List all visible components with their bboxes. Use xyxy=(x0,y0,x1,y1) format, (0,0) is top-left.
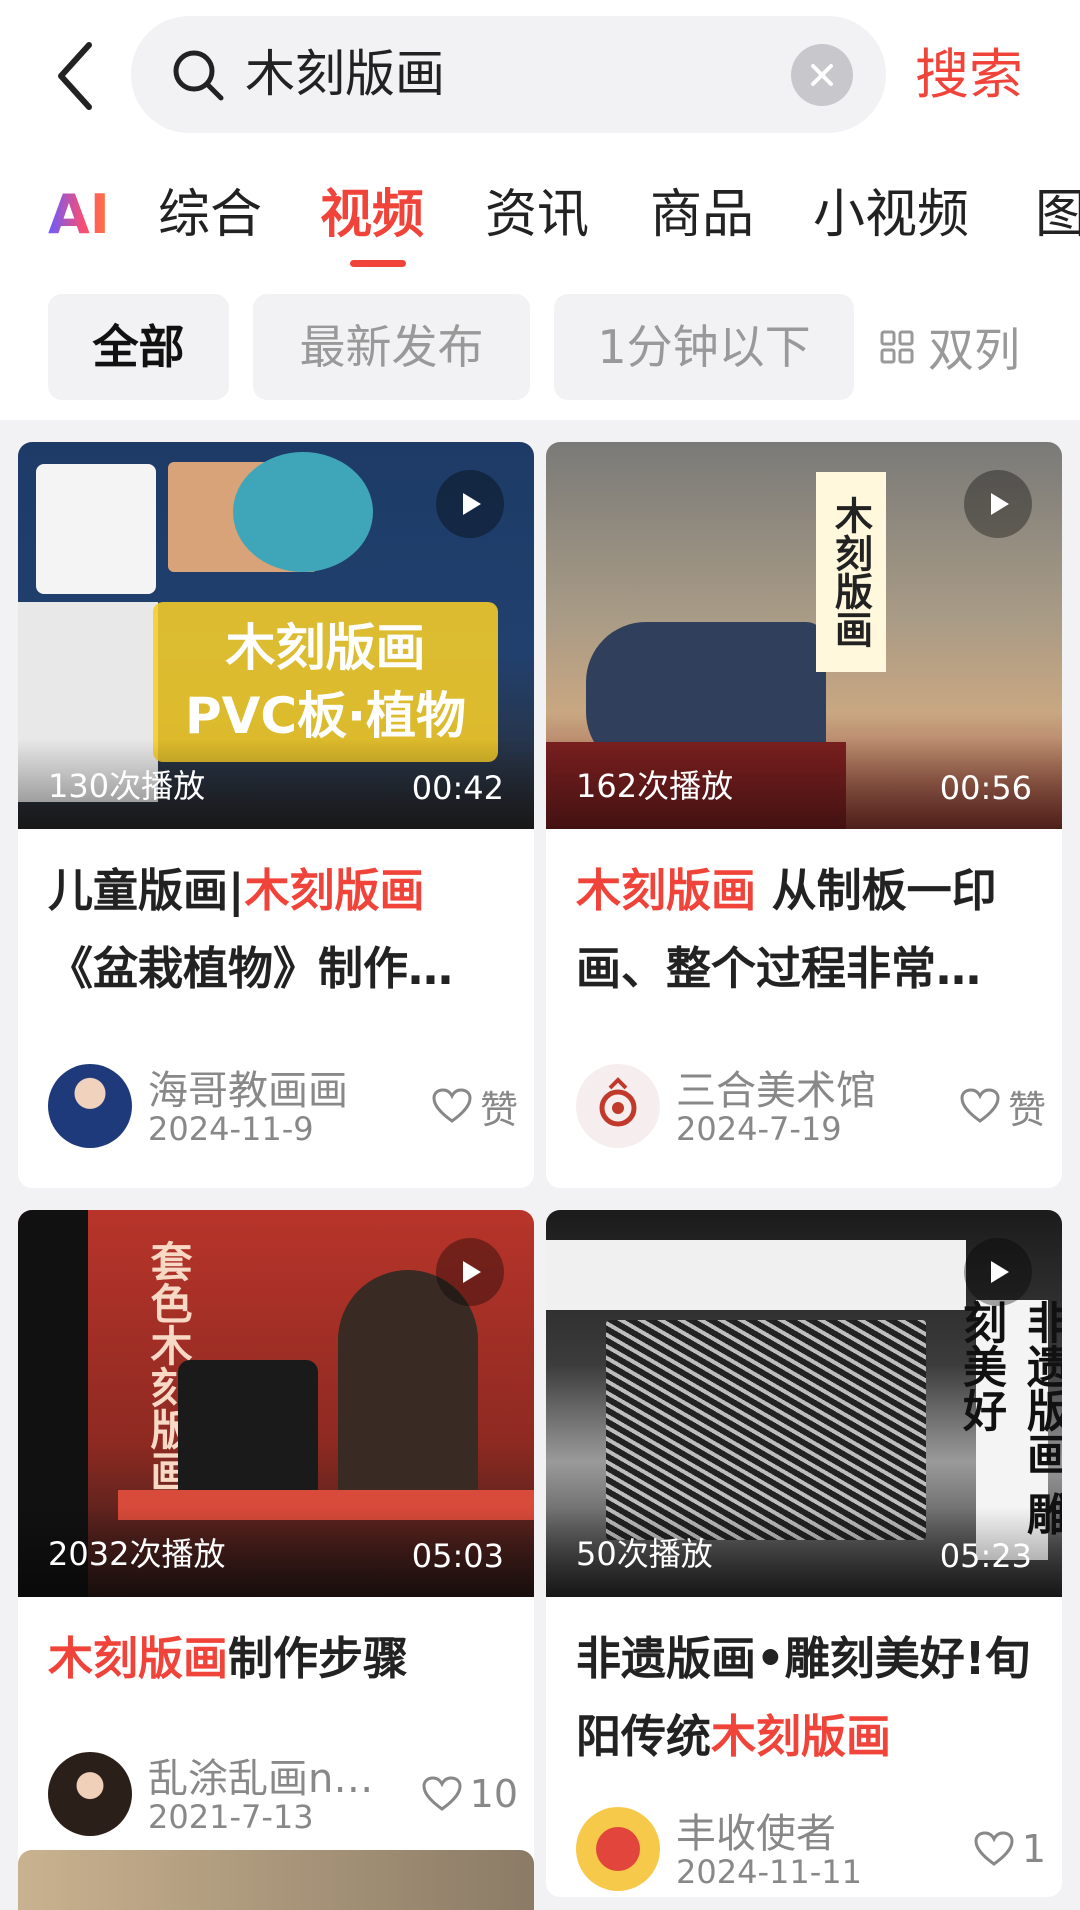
top-bar: 木刻版画 搜索 xyxy=(0,0,1080,150)
like-count: 1 xyxy=(1021,1827,1046,1871)
like-count: 10 xyxy=(469,1772,518,1816)
back-button[interactable] xyxy=(40,38,110,114)
author-name[interactable]: 丰收使者 xyxy=(676,1801,926,1859)
brayer-tool-image xyxy=(233,452,373,572)
like-button[interactable]: 赞 xyxy=(960,1080,1046,1132)
video-duration: 00:42 xyxy=(411,769,504,807)
tab-short-video[interactable]: 小视频 xyxy=(813,180,969,250)
video-title[interactable]: 木刻版画 从制板一印画、整个过程非常… xyxy=(576,852,1036,1008)
publish-date: 2024-7-19 xyxy=(676,1110,842,1148)
video-title[interactable]: 儿童版画|木刻版画 《盆栽植物》制作… xyxy=(48,852,508,1008)
tab-products[interactable]: 商品 xyxy=(650,180,754,250)
grid-icon xyxy=(880,330,914,364)
video-card[interactable]: 木刻版画 PVC板·植物 130次播放 00:42 儿童版画|木刻版画 《盆栽植物… xyxy=(18,442,534,1188)
video-card[interactable]: 木刻版画 162次播放 00:56 木刻版画 从制板一印画、整个过程非常… 三合… xyxy=(546,442,1062,1188)
video-title[interactable]: 木刻版画制作步骤 xyxy=(48,1620,508,1698)
video-duration: 05:03 xyxy=(411,1537,504,1575)
like-button[interactable]: 1 xyxy=(974,1823,1046,1875)
chevron-left-icon xyxy=(58,42,92,110)
search-box[interactable]: 木刻版画 xyxy=(131,16,886,133)
heart-icon xyxy=(422,1776,462,1811)
video-card[interactable]: 套色木刻版画 2032次播放 05:03 木刻版画制作步骤 乱涂乱画nq… 20… xyxy=(18,1210,534,1880)
close-icon xyxy=(811,64,833,86)
publish-date: 2024-11-11 xyxy=(676,1853,862,1891)
banner-strip xyxy=(546,1240,966,1310)
play-icon[interactable] xyxy=(436,1238,504,1306)
video-thumbnail[interactable]: 非遗版画 雕刻美好 50次播放 05:23 xyxy=(546,1210,1062,1597)
avatar[interactable] xyxy=(576,1807,660,1891)
heart-icon xyxy=(432,1088,472,1123)
product-box-image xyxy=(36,464,156,594)
video-thumbnail[interactable]: 木刻版画 162次播放 00:56 xyxy=(546,442,1062,829)
play-count: 162次播放 xyxy=(576,767,734,805)
tab-images[interactable]: 图 xyxy=(1035,180,1080,250)
play-count: 50次播放 xyxy=(576,1535,713,1573)
avatar[interactable] xyxy=(48,1064,132,1148)
like-count: 赞 xyxy=(1007,1087,1046,1132)
tab-video[interactable]: 视频 xyxy=(320,180,424,250)
museum-logo-icon xyxy=(599,1077,637,1127)
video-card[interactable]: 非遗版画 雕刻美好 50次播放 05:23 非遗版画•雕刻美好!旬阳传统木刻版画… xyxy=(546,1210,1062,1897)
video-thumbnail[interactable]: 套色木刻版画 2032次播放 05:03 xyxy=(18,1210,534,1597)
search-icon xyxy=(173,50,224,101)
author-name[interactable]: 海哥教画画 xyxy=(148,1058,398,1116)
author-row: 丰收使者 2024-11-11 1 xyxy=(576,1805,1046,1895)
play-icon[interactable] xyxy=(964,1238,1032,1306)
layout-toggle-label: 双列 xyxy=(928,323,1020,377)
author-name[interactable]: 三合美术馆 xyxy=(676,1058,926,1116)
thumbnail-caption: 木刻版画 xyxy=(816,472,886,672)
avatar[interactable] xyxy=(48,1752,132,1836)
tab-ai[interactable]: AI xyxy=(48,182,110,248)
layout-toggle-button[interactable]: 双列 xyxy=(880,294,1020,400)
video-duration: 00:56 xyxy=(939,769,1032,807)
video-thumbnail[interactable]: 木刻版画 PVC板·植物 130次播放 00:42 xyxy=(18,442,534,829)
author-row: 三合美术馆 2024-7-19 赞 xyxy=(576,1062,1046,1152)
filter-bar: 全部 最新发布 1分钟以下 双列 xyxy=(0,280,1080,420)
publish-date: 2024-11-9 xyxy=(148,1110,314,1148)
publish-date: 2021-7-13 xyxy=(148,1798,314,1836)
play-count: 130次播放 xyxy=(48,767,206,805)
filter-under-1min[interactable]: 1分钟以下 xyxy=(554,294,854,400)
heart-icon xyxy=(974,1831,1014,1866)
play-icon[interactable] xyxy=(436,470,504,538)
filter-all[interactable]: 全部 xyxy=(48,294,229,400)
person-image xyxy=(338,1270,478,1500)
video-card[interactable] xyxy=(18,1850,534,1910)
filter-latest[interactable]: 最新发布 xyxy=(253,294,530,400)
like-button[interactable]: 10 xyxy=(422,1768,518,1820)
author-row: 海哥教画画 2024-11-9 赞 xyxy=(48,1062,518,1152)
video-feed: 木刻版画 PVC板·植物 130次播放 00:42 儿童版画|木刻版画 《盆栽植物… xyxy=(0,420,1080,1910)
heart-icon xyxy=(960,1088,1000,1123)
tab-news[interactable]: 资讯 xyxy=(485,180,589,250)
like-button[interactable]: 赞 xyxy=(432,1080,518,1132)
video-duration: 05:23 xyxy=(939,1537,1032,1575)
search-input[interactable]: 木刻版画 xyxy=(245,16,445,133)
cartoon-avatar-icon xyxy=(596,1827,640,1871)
avatar[interactable] xyxy=(576,1064,660,1148)
author-name[interactable]: 乱涂乱画nq… xyxy=(148,1746,398,1804)
play-count: 2032次播放 xyxy=(48,1535,226,1573)
play-icon[interactable] xyxy=(964,470,1032,538)
category-tabs: AI 综合 视频 资讯 商品 小视频 图 xyxy=(0,150,1080,280)
tab-comprehensive[interactable]: 综合 xyxy=(158,180,262,250)
video-title[interactable]: 非遗版画•雕刻美好!旬阳传统木刻版画 xyxy=(576,1620,1036,1776)
like-count: 赞 xyxy=(479,1087,518,1132)
search-submit-button[interactable]: 搜索 xyxy=(915,30,1023,120)
active-tab-indicator xyxy=(350,260,406,267)
thumbnail-caption: 木刻版画 PVC板·植物 xyxy=(153,602,498,762)
clear-search-button[interactable] xyxy=(791,44,853,106)
author-row: 乱涂乱画nq… 2021-7-13 10 xyxy=(48,1750,518,1840)
